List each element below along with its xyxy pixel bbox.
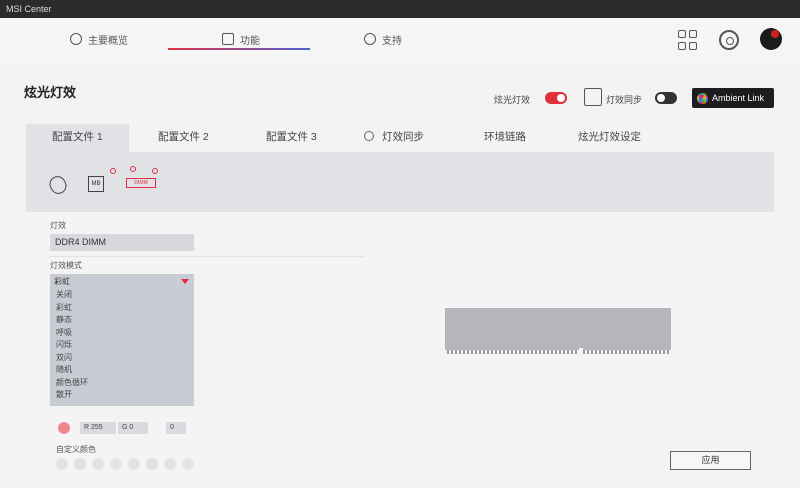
nav-tab-label: 支持: [382, 35, 402, 47]
lighting-toggle-label: 炫光灯效: [494, 95, 531, 105]
ambient-link-button[interactable]: Ambient Link: [692, 88, 774, 108]
settings-gear-icon[interactable]: [719, 30, 739, 50]
content-panel: MB DIMM 灯效 DDR4 DIMM 灯效模式 彩虹 关闭 彩虹 静态 呼吸…: [26, 152, 774, 488]
profile-tabs: 配置文件 1 配置文件 2 配置文件 3 灯效同步 环境链路 炫光灯效设定: [26, 124, 774, 152]
ram-label: DIMM: [134, 180, 148, 186]
mb-label: MB: [91, 181, 101, 187]
effect-dropdown[interactable]: 彩虹 关闭 彩虹 静态 呼吸 闪烁 双闪 随机 颜色循环 散开: [50, 274, 194, 406]
link-icon: [110, 168, 116, 174]
caret-down-icon: [181, 279, 189, 284]
tab-lighting-settings[interactable]: 炫光灯效设定: [578, 124, 641, 152]
effect-option[interactable]: 颜色循环: [50, 377, 194, 390]
effect-option[interactable]: 随机: [50, 364, 194, 377]
red-value-field[interactable]: R 255: [80, 422, 116, 434]
sync-icon: [364, 131, 374, 141]
effect-mode-label: 灯效模式: [50, 261, 82, 270]
tab-profile-2[interactable]: 配置文件 2: [158, 124, 209, 152]
tab-profile-1[interactable]: 配置文件 1: [26, 124, 129, 152]
tab-label: 灯效同步: [382, 131, 424, 143]
ram-preview-image: [445, 308, 671, 354]
effect-selected[interactable]: 彩虹: [50, 274, 194, 289]
support-icon: [364, 33, 376, 45]
nav-tab-overview[interactable]: 主要概览: [70, 28, 128, 50]
nav-tab-support[interactable]: 支持: [364, 28, 402, 50]
device-bar: MB DIMM: [26, 152, 774, 212]
effect-option[interactable]: 关闭: [50, 289, 194, 302]
page-title: 炫光灯效: [24, 85, 77, 100]
tab-light-sync[interactable]: 灯效同步: [364, 124, 424, 152]
effect-option[interactable]: 闪烁: [50, 339, 194, 352]
device-name-field[interactable]: DDR4 DIMM: [50, 234, 194, 251]
apps-grid-icon[interactable]: [678, 30, 698, 50]
sync-toggle-label: 灯效同步: [606, 95, 643, 105]
tab-ambient-link[interactable]: 环境链路: [484, 124, 526, 152]
apply-button[interactable]: 应用: [670, 451, 751, 470]
ambient-link-icon: [697, 92, 708, 104]
ambient-link-label: Ambient Link: [712, 93, 765, 103]
preset-color[interactable]: [74, 458, 86, 470]
ram-device-icon[interactable]: DIMM: [126, 178, 156, 188]
motherboard-device-icon[interactable]: MB: [88, 176, 104, 192]
blue-value-field[interactable]: 0: [166, 422, 186, 434]
user-avatar[interactable]: [760, 28, 782, 50]
preset-color[interactable]: [128, 458, 140, 470]
device-field-label: 灯效: [50, 221, 66, 230]
active-nav-indicator: [168, 48, 310, 50]
preset-color[interactable]: [110, 458, 122, 470]
effect-selected-value: 彩虹: [54, 277, 70, 286]
link-icon: [152, 168, 158, 174]
divider: [50, 256, 364, 257]
window-title: MSI Center: [6, 4, 52, 14]
effect-option[interactable]: 散开: [50, 389, 194, 402]
preset-color[interactable]: [146, 458, 158, 470]
dashboard-icon: [70, 33, 82, 45]
window-title-bar: MSI Center: [0, 0, 800, 18]
effect-option[interactable]: 静态: [50, 314, 194, 327]
mouse-device-icon[interactable]: [46, 173, 70, 197]
sync-toggle[interactable]: [655, 92, 677, 104]
preset-color[interactable]: [92, 458, 104, 470]
nav-tab-label: 主要概览: [88, 35, 128, 47]
nav-tab-features[interactable]: 功能: [222, 28, 260, 50]
effect-option[interactable]: 呼吸: [50, 327, 194, 340]
nav-tab-label: 功能: [240, 35, 260, 47]
sync-device-icon: [584, 88, 602, 106]
link-icon: [130, 166, 136, 172]
preset-color[interactable]: [164, 458, 176, 470]
color-swatch[interactable]: [58, 422, 70, 434]
preset-color[interactable]: [182, 458, 194, 470]
green-value-field[interactable]: G 0: [118, 422, 148, 434]
effect-option[interactable]: 双闪: [50, 352, 194, 365]
features-icon: [222, 33, 234, 45]
preset-color[interactable]: [56, 458, 68, 470]
lighting-toggle[interactable]: [545, 92, 567, 104]
custom-colors-label: 自定义颜色: [56, 445, 96, 454]
effect-option[interactable]: 彩虹: [50, 302, 194, 315]
tab-profile-3[interactable]: 配置文件 3: [266, 124, 317, 152]
